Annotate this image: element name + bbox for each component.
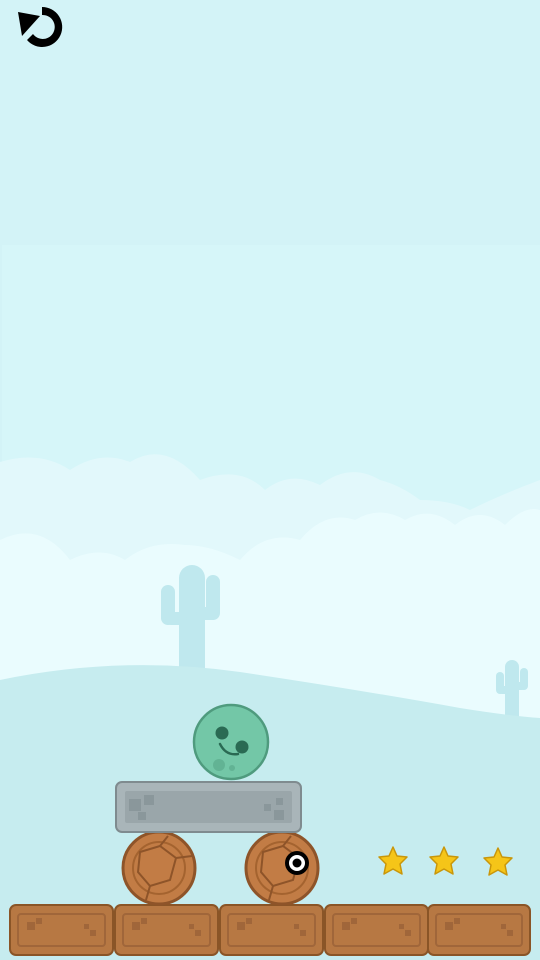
restart-button[interactable] xyxy=(10,2,72,54)
ground-tile xyxy=(9,904,114,956)
ground-tile xyxy=(219,904,324,956)
hero-ball xyxy=(192,703,270,781)
game-scene xyxy=(0,0,540,960)
ground-tile xyxy=(427,904,531,956)
ground xyxy=(9,904,531,956)
ground-tile xyxy=(324,904,429,956)
target-marker-icon xyxy=(285,851,309,875)
stone-slab[interactable] xyxy=(115,781,302,833)
wooden-wheel-left[interactable] xyxy=(121,830,197,906)
ground-tile xyxy=(114,904,219,956)
